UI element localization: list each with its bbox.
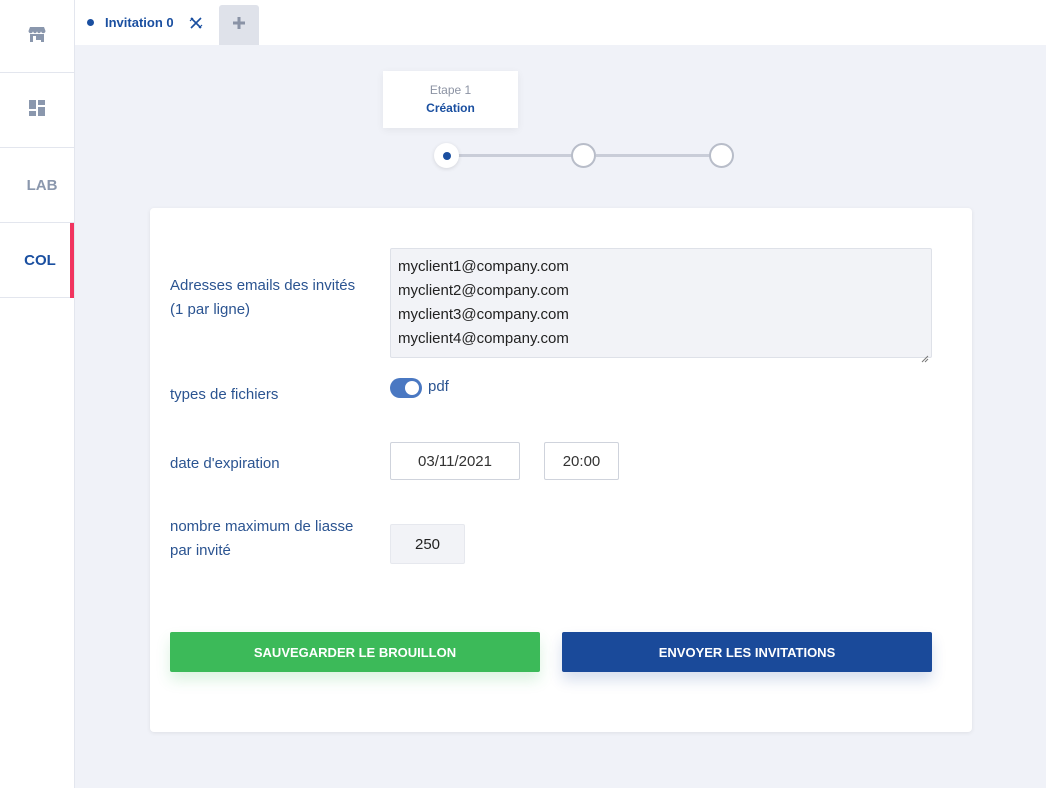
email-line: myclient2@company.com bbox=[398, 282, 569, 299]
emails-label-hint: (1 par ligne) bbox=[170, 301, 251, 318]
step-tooltip: Etape 1 Création bbox=[383, 71, 518, 128]
expiration-date-input[interactable]: 03/11/2021 bbox=[390, 442, 520, 480]
pdf-toggle[interactable] bbox=[390, 378, 422, 398]
plus-icon bbox=[232, 16, 246, 35]
step-2[interactable] bbox=[571, 143, 596, 168]
step-active-dot bbox=[443, 152, 451, 160]
step-3[interactable] bbox=[709, 143, 734, 168]
sidebar-item-label: COL bbox=[24, 251, 56, 269]
tab-invitation[interactable]: Invitation 0 bbox=[75, 0, 215, 45]
save-draft-button[interactable]: SAUVEGARDER LE BROUILLON bbox=[170, 632, 540, 672]
sidebar: LAB COL bbox=[0, 0, 75, 788]
dashboard-icon bbox=[28, 99, 46, 122]
sidebar-item-col[interactable]: COL bbox=[0, 223, 74, 298]
max-liasse-label-line: nombre maximum de liasse bbox=[170, 518, 354, 535]
active-dot bbox=[87, 19, 94, 26]
sidebar-item-dashboard[interactable] bbox=[0, 73, 74, 148]
expiration-label: date d'expiration bbox=[170, 455, 280, 472]
step-1[interactable] bbox=[434, 143, 459, 168]
email-line: myclient1@company.com bbox=[398, 258, 569, 275]
max-liasse-label: nombre maximum de liasse par invité bbox=[170, 515, 353, 563]
tab-label: Invitation 0 bbox=[105, 15, 174, 30]
sidebar-item-label: LAB bbox=[26, 176, 58, 194]
max-liasse-input[interactable]: 250 bbox=[390, 524, 465, 564]
add-tab-button[interactable] bbox=[219, 5, 259, 45]
step-connector bbox=[458, 154, 572, 157]
pdf-toggle-label: pdf bbox=[428, 378, 449, 395]
send-invitations-button[interactable]: ENVOYER LES INVITATIONS bbox=[562, 632, 932, 672]
file-types-label: types de fichiers bbox=[170, 386, 279, 403]
resize-handle-icon[interactable] bbox=[921, 347, 929, 363]
sidebar-item-shop[interactable] bbox=[0, 0, 74, 73]
emails-label-line: Adresses emails des invités bbox=[170, 277, 356, 294]
invitation-form-card: Adresses emails des invités (1 par ligne… bbox=[150, 208, 972, 732]
sidebar-item-lab[interactable]: LAB bbox=[0, 148, 74, 223]
emails-textarea[interactable]: myclient1@company.com myclient2@company.… bbox=[390, 248, 932, 363]
email-line: myclient3@company.com bbox=[398, 306, 569, 323]
shop-icon bbox=[27, 25, 47, 48]
max-liasse-label-line: par invité bbox=[170, 542, 231, 559]
tab-bar: Invitation 0 bbox=[75, 0, 1046, 45]
step-number: Etape 1 bbox=[429, 83, 472, 97]
step-connector bbox=[596, 154, 710, 157]
toggle-knob bbox=[405, 381, 419, 395]
emails-label: Adresses emails des invités (1 par ligne… bbox=[170, 274, 355, 322]
step-name: Création bbox=[426, 101, 475, 115]
email-line: myclient4@company.com bbox=[398, 330, 569, 347]
expiration-time-input[interactable]: 20:00 bbox=[544, 442, 619, 480]
close-icon[interactable] bbox=[189, 16, 203, 30]
